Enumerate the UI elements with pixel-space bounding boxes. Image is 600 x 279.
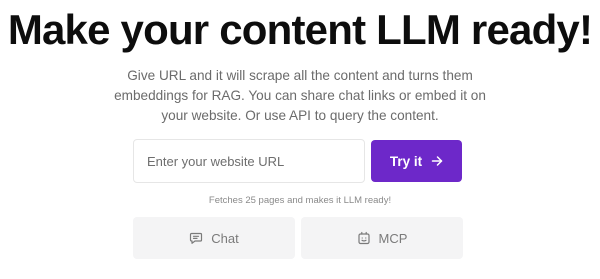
tab-chat[interactable]: Chat [133, 217, 295, 259]
hero-description: Give URL and it will scrape all the cont… [114, 68, 486, 123]
mcp-icon [357, 231, 370, 245]
try-it-label: Try it [389, 153, 423, 169]
fetch-note: Fetches 25 pages and makes it LLM ready! [208, 195, 392, 206]
url-form: Try it [133, 139, 463, 183]
tab-mcp-label: MCP [378, 230, 408, 246]
chat-icon [190, 232, 203, 244]
hero-title: Make your content LLM ready! [7, 6, 593, 53]
tab-chat-label: Chat [211, 230, 239, 246]
tab-mcp[interactable]: MCP [301, 217, 463, 259]
website-url-input[interactable] [133, 139, 365, 183]
try-it-button[interactable]: Try it [371, 140, 462, 182]
arrow-right-icon [431, 156, 443, 166]
page: Make your content LLM ready! Give URL an… [0, 0, 600, 279]
mode-tabs: Chat MCP [133, 217, 463, 259]
